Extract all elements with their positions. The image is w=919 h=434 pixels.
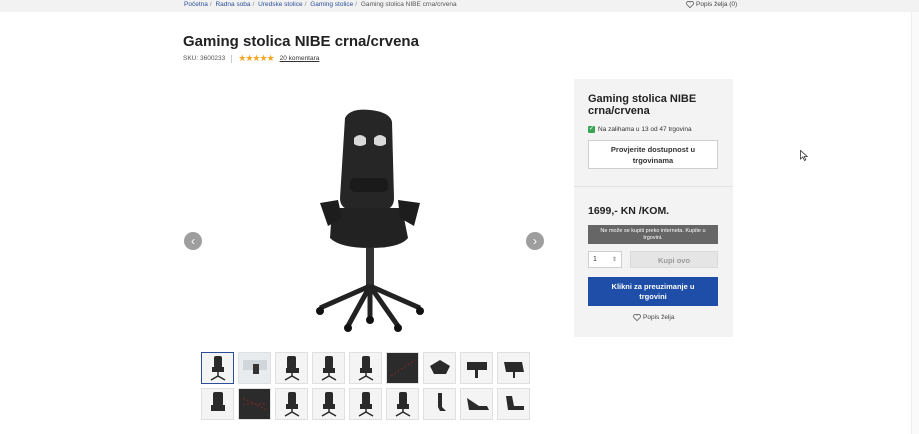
sku: SKU: 3600233 xyxy=(183,55,226,62)
thumbnail-3[interactable] xyxy=(275,352,308,384)
online-purchase-notice: Ne može se kupiti preko interneta. Kupit… xyxy=(588,225,718,244)
divider xyxy=(231,54,233,63)
breadcrumb-separator: / xyxy=(304,1,307,8)
thumbnail-13[interactable] xyxy=(312,388,345,420)
product-main-image[interactable] xyxy=(290,108,450,333)
quantity-stepper[interactable]: 1 ⇕ xyxy=(588,251,622,268)
breadcrumb-home[interactable]: Početna xyxy=(184,1,208,8)
thumbnail-15[interactable] xyxy=(386,388,419,420)
panel-title: Gaming stolica NIBE crna/crvena xyxy=(588,93,697,117)
breadcrumb-radna-soba[interactable]: Radna soba xyxy=(215,1,250,8)
breadcrumb-separator: / xyxy=(209,1,212,8)
thumbnail-18[interactable] xyxy=(497,388,530,420)
divider xyxy=(574,186,733,187)
thumbnail-7[interactable] xyxy=(423,352,456,384)
scrollbar[interactable] xyxy=(911,12,919,434)
mouse-cursor-icon xyxy=(800,150,808,161)
stock-status: ✓ Na zalihama u 13 od 47 trgovina xyxy=(588,126,692,133)
thumbnail-16[interactable] xyxy=(423,388,456,420)
thumbnail-9[interactable] xyxy=(497,352,530,384)
thumbnail-1[interactable] xyxy=(201,352,234,384)
thumbnail-14[interactable] xyxy=(349,388,382,420)
thumbnail-17[interactable] xyxy=(460,388,493,420)
thumbnail-grid xyxy=(201,352,531,421)
thumbnail-2[interactable] xyxy=(238,352,271,384)
wishlist-add-label: Popis želja xyxy=(643,314,675,321)
breadcrumb-uredske-stolice[interactable]: Uredske stolice xyxy=(258,1,302,8)
stepper-arrows-icon[interactable]: ⇕ xyxy=(612,256,617,263)
purchase-panel: Gaming stolica NIBE crna/crvena ✓ Na zal… xyxy=(574,79,733,337)
check-availability-button[interactable]: Provjerite dostupnost u trgovinama xyxy=(588,140,718,169)
gallery-next-button[interactable]: › xyxy=(526,232,544,250)
thumbnail-10[interactable] xyxy=(201,388,234,420)
product-meta: SKU: 3600233 ★★★★★ 20 komentara xyxy=(183,53,319,64)
top-bar xyxy=(0,0,919,12)
thumbnail-5[interactable] xyxy=(349,352,382,384)
wishlist-label: Popis želja (0) xyxy=(696,1,738,8)
heart-icon xyxy=(633,314,641,321)
gallery-prev-button[interactable]: ‹ xyxy=(184,232,202,250)
thumbnail-11[interactable] xyxy=(238,388,271,420)
quantity-value: 1 xyxy=(593,256,597,263)
thumbnail-4[interactable] xyxy=(312,352,345,384)
stock-text: Na zalihama u 13 od 47 trgovina xyxy=(598,126,692,133)
wishlist-add-link[interactable]: Popis želja xyxy=(633,314,674,321)
buy-button[interactable]: Kupi ovo xyxy=(630,251,718,268)
breadcrumb-separator: / xyxy=(355,1,358,8)
wishlist-link[interactable]: Popis želja (0) xyxy=(686,1,737,8)
breadcrumb-current: Gaming stolica NIBE crna/crvena xyxy=(360,1,457,8)
reviews-link[interactable]: 20 komentara xyxy=(280,55,320,62)
breadcrumb-separator: / xyxy=(252,1,255,8)
page-title: Gaming stolica NIBE crna/crvena xyxy=(183,33,419,50)
thumbnail-12[interactable] xyxy=(275,388,308,420)
thumbnail-8[interactable] xyxy=(460,352,493,384)
price: 1699,- KN /KOM. xyxy=(588,205,670,217)
breadcrumb: Početna / Radna soba / Uredske stolice / Ga… xyxy=(184,1,457,8)
checkmark-icon: ✓ xyxy=(588,126,595,133)
thumbnail-6[interactable] xyxy=(386,352,419,384)
pickup-in-store-button[interactable]: Klikni za preuzimanje u trgovini xyxy=(588,277,718,306)
heart-icon xyxy=(686,1,694,8)
breadcrumb-gaming-stolice[interactable]: Gaming stolice xyxy=(310,1,353,8)
rating-stars: ★★★★★ xyxy=(238,53,274,63)
